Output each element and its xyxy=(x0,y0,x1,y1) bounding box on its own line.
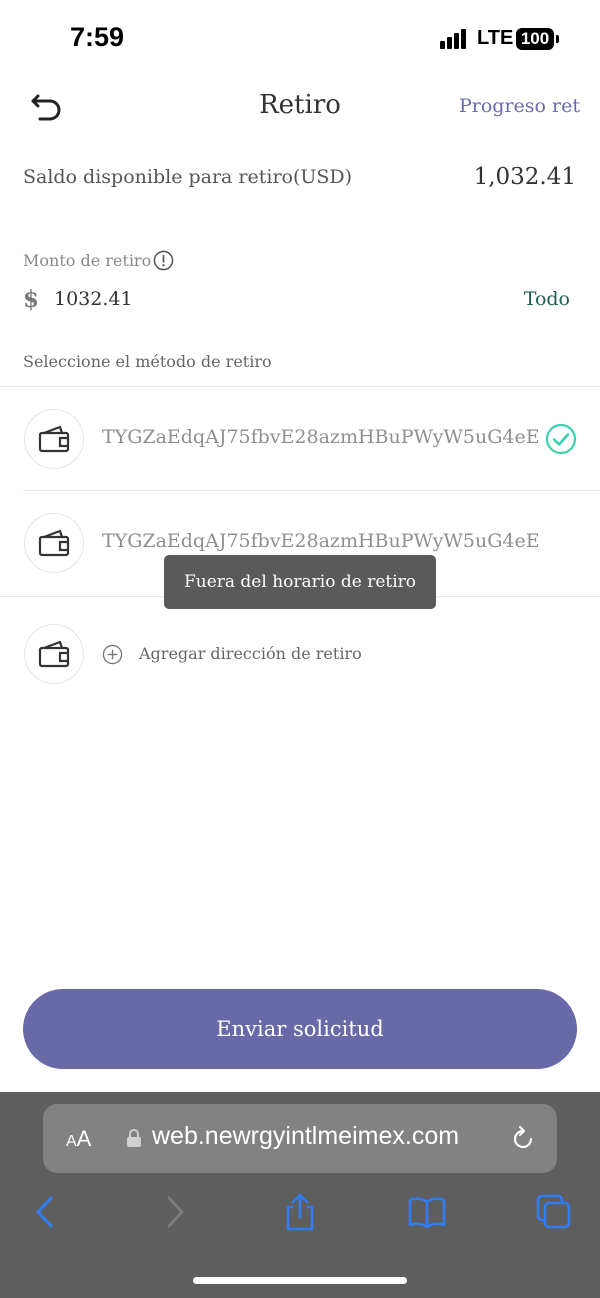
wallet-icon xyxy=(38,425,70,453)
text-size-large-letter: A xyxy=(76,1126,92,1151)
address-text: TYGZaEdqAJ75fbvE28azmHBuPWyW5uG4eE xyxy=(102,530,540,552)
reload-icon[interactable] xyxy=(508,1124,538,1154)
toast-message: Fuera del horario de retiro xyxy=(164,555,436,609)
reader-text-size-button[interactable]: AA xyxy=(66,1126,91,1152)
share-icon[interactable] xyxy=(280,1192,320,1232)
tabs-icon[interactable] xyxy=(534,1192,574,1232)
bookmarks-icon[interactable] xyxy=(407,1192,447,1232)
address-text: TYGZaEdqAJ75fbvE28azmHBuPWyW5uG4eE xyxy=(102,426,540,448)
withdraw-amount-input[interactable] xyxy=(54,285,354,313)
checkmark-circle-icon[interactable] xyxy=(545,423,577,455)
battery-tip xyxy=(556,35,559,43)
address-option-1[interactable]: TYGZaEdqAJ75fbvE28azmHBuPWyW5uG4eE xyxy=(0,387,600,490)
add-address-label: Agregar dirección de retiro xyxy=(139,644,362,663)
submit-request-button[interactable]: Enviar solicitud xyxy=(23,989,577,1069)
status-time: 7:59 xyxy=(70,22,125,52)
available-balance-value: 1,032.41 xyxy=(473,164,576,190)
wallet-icon xyxy=(38,640,70,668)
browser-forward-icon[interactable] xyxy=(156,1192,196,1232)
currency-symbol: $ xyxy=(23,286,40,313)
battery-icon: 100 xyxy=(516,28,554,50)
withdraw-method-label: Seleccione el método de retiro xyxy=(23,352,272,371)
lock-icon xyxy=(127,1129,141,1147)
wallet-icon xyxy=(38,529,70,557)
withdraw-all-button[interactable]: Todo xyxy=(524,288,570,310)
wallet-icon-circle xyxy=(24,513,84,573)
browser-back-icon[interactable] xyxy=(26,1192,66,1232)
wallet-icon-circle xyxy=(24,624,84,684)
home-indicator xyxy=(193,1277,407,1284)
signal-strength-icon xyxy=(440,29,470,49)
withdrawal-progress-link[interactable]: Progreso ret xyxy=(459,95,580,117)
text-size-small-letter: A xyxy=(66,1133,77,1150)
network-type: LTE xyxy=(477,27,514,49)
wallet-icon-circle xyxy=(24,409,84,469)
plus-circle-icon xyxy=(102,644,123,665)
status-bar: 7:59 LTE 100 xyxy=(0,0,600,80)
available-balance-label: Saldo disponible para retiro(USD) xyxy=(23,166,353,188)
info-circle-icon[interactable] xyxy=(153,250,174,271)
withdraw-amount-label: Monto de retiro xyxy=(23,251,152,270)
url-text[interactable]: web.newrgyintlmeimex.com xyxy=(152,1122,459,1151)
